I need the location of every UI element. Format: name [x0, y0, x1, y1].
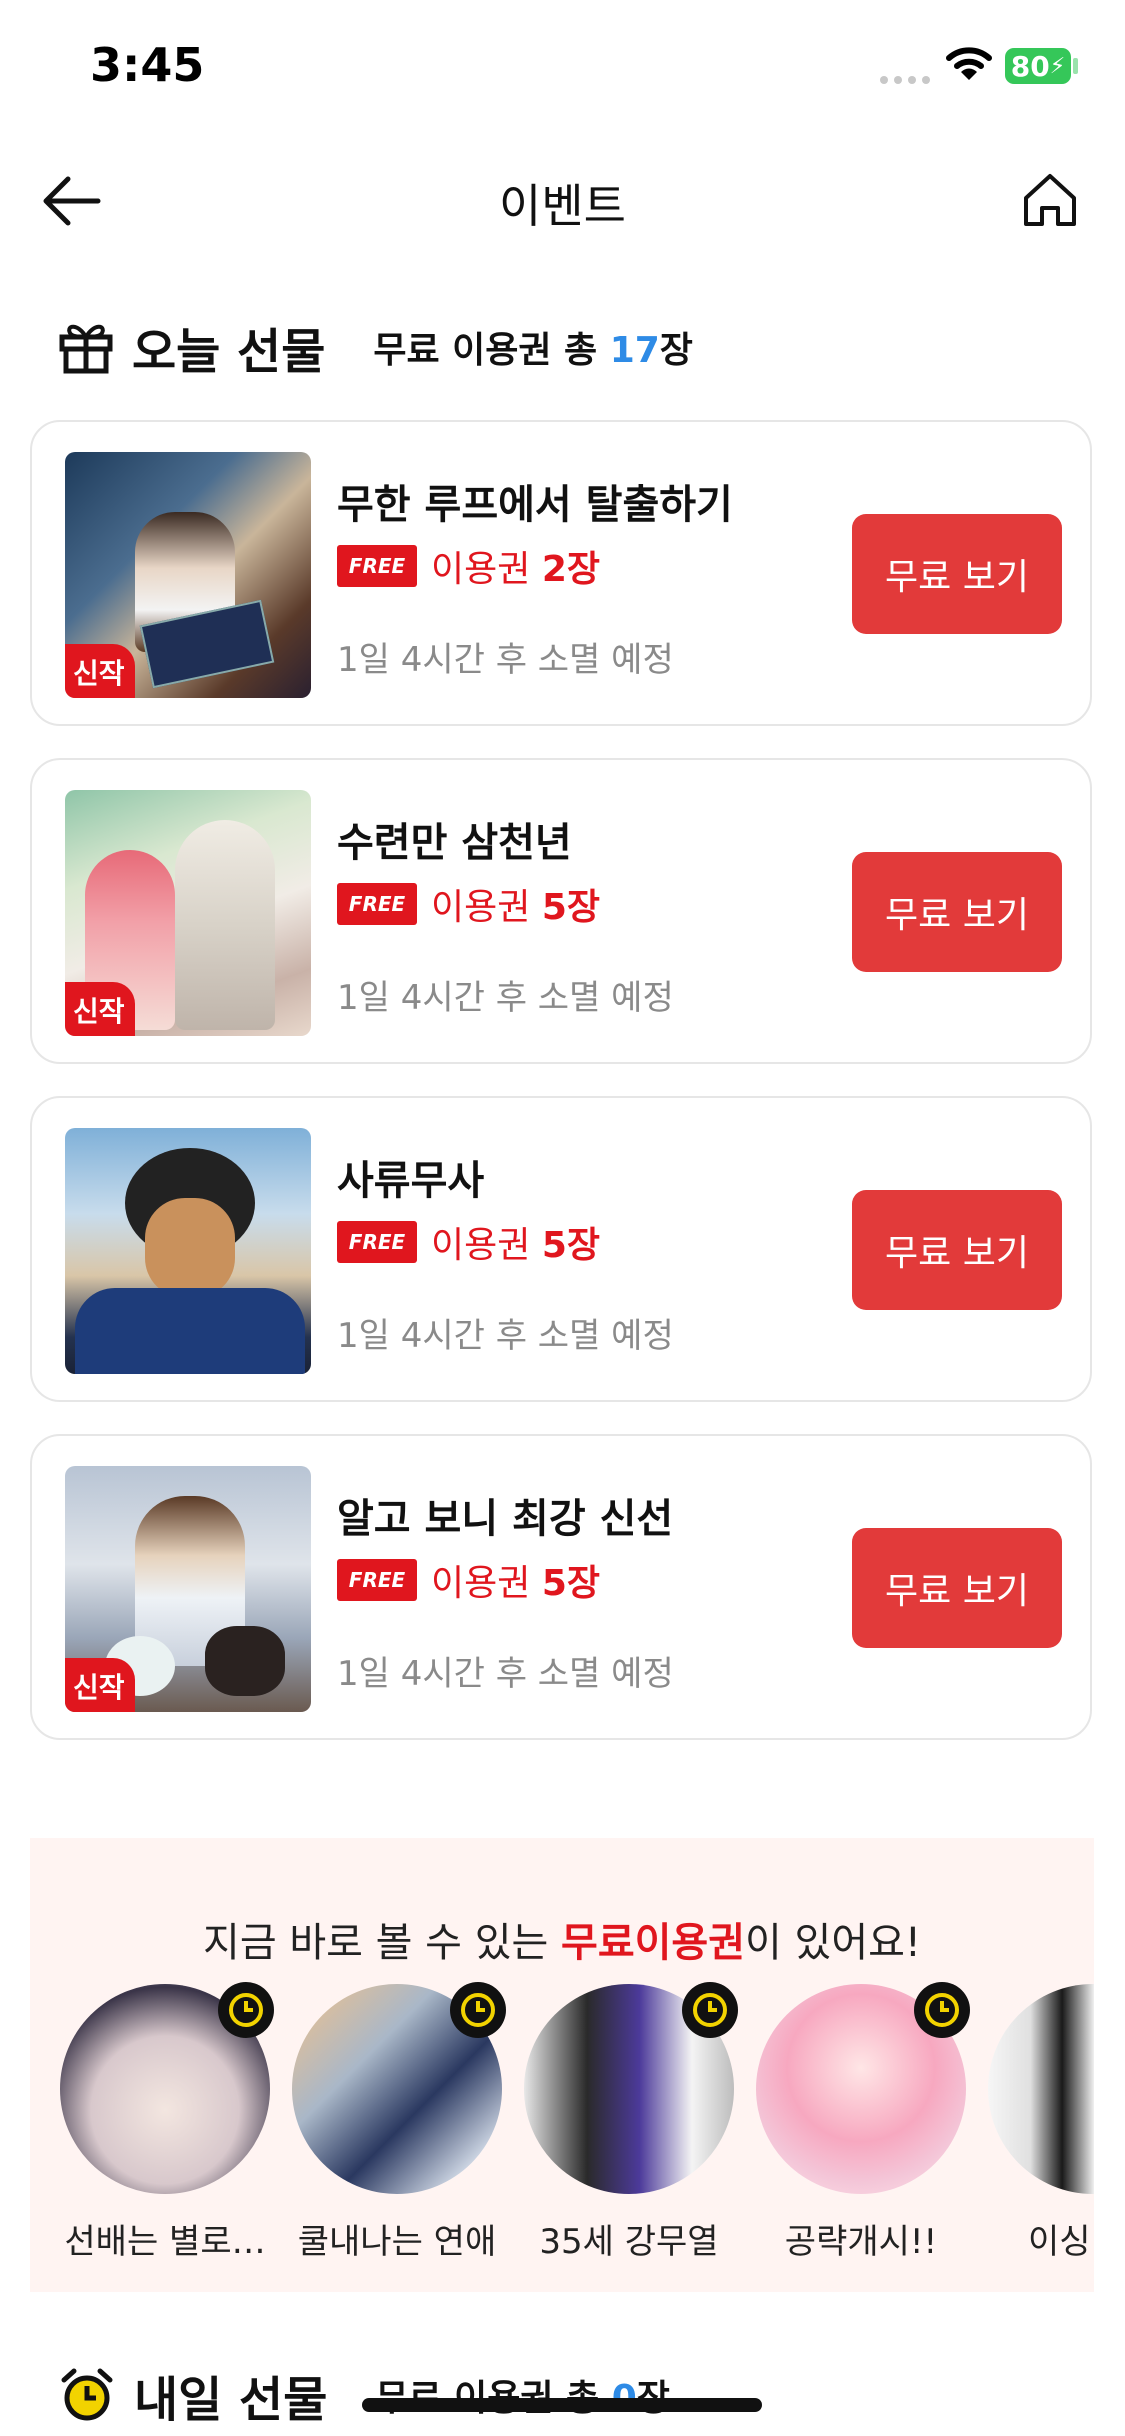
- ticket-total: 무료 이용권 총 17장: [373, 321, 693, 373]
- comic-title[interactable]: 알고 보니 최강 신선: [337, 1486, 673, 1544]
- ticket-count: 이용권 5장: [431, 1554, 600, 1606]
- home-button[interactable]: [1020, 170, 1080, 234]
- free-view-button[interactable]: 무료 보기: [852, 852, 1062, 972]
- ticket-prefix: 이용권: [431, 549, 542, 590]
- ticket-total-suffix: 장: [659, 330, 693, 371]
- clock-icon: [682, 1982, 738, 2038]
- free-tag: FREE: [337, 883, 417, 925]
- ticket-amount: 5장: [541, 887, 600, 928]
- character-art: [145, 1198, 235, 1298]
- battery-indicator: 80 ⚡: [1005, 48, 1071, 84]
- carousel-title-post: 이 있어요!: [745, 1920, 921, 1966]
- ticket-info: FREE 이용권 5장: [337, 1216, 600, 1268]
- tomorrow-gift-header: 내일 선물 무료 이용권 총 0장: [58, 2360, 670, 2430]
- free-view-button[interactable]: 무료 보기: [852, 1190, 1062, 1310]
- character-art: [175, 820, 275, 1030]
- comic-thumbnail[interactable]: 신작: [65, 790, 311, 1036]
- ticket-count: 이용권 5장: [431, 1216, 600, 1268]
- ticket-amount: 2장: [541, 549, 600, 590]
- expire-text: 1일 4시간 후 소멸 예정: [337, 1316, 674, 1356]
- character-scarf: [75, 1288, 305, 1374]
- ticket-prefix: 이용권: [431, 887, 542, 928]
- page-title: 이벤트: [499, 179, 626, 233]
- back-arrow-icon: [43, 176, 101, 226]
- carousel-item-label[interactable]: 35세 강무열: [514, 2214, 744, 2263]
- comic-title[interactable]: 사류무사: [337, 1148, 484, 1206]
- comic-thumbnail[interactable]: 신작: [65, 1466, 311, 1712]
- gift-card[interactable]: 신작 알고 보니 최강 신선 FREE 이용권 5장 1일 4시간 후 소멸 예…: [30, 1434, 1092, 1740]
- free-tag: FREE: [337, 1221, 417, 1263]
- ticket-count: 이용권 5장: [431, 878, 600, 930]
- carousel-item-label[interactable]: 이싱: [988, 2214, 1094, 2263]
- battery-level: 80: [1010, 49, 1050, 83]
- section-title: 내일 선물: [134, 2372, 328, 2428]
- free-tag: FREE: [337, 1559, 417, 1601]
- battery-cap: [1073, 58, 1078, 74]
- status-time: 3:45: [90, 38, 205, 92]
- gift-card[interactable]: 신작 무한 루프에서 탈출하기 FREE 이용권 2장 1일 4시간 후 소멸 …: [30, 420, 1092, 726]
- ticket-prefix: 이용권: [431, 1225, 542, 1266]
- new-badge: 신작: [65, 982, 135, 1036]
- expire-text: 1일 4시간 후 소멸 예정: [337, 640, 674, 680]
- free-tag: FREE: [337, 545, 417, 587]
- ticket-total: 무료 이용권 총 0장: [375, 2369, 670, 2421]
- ticket-amount: 5장: [541, 1225, 600, 1266]
- home-icon: [1024, 174, 1076, 226]
- comic-title[interactable]: 무한 루프에서 탈출하기: [337, 472, 733, 530]
- ticket-total-count: 17: [609, 330, 660, 371]
- ticket-total-prefix: 무료 이용권 총: [373, 330, 610, 371]
- alarm-clock-icon: [61, 2368, 113, 2421]
- ticket-info: FREE 이용권 5장: [337, 878, 600, 930]
- clock-icon: [450, 1982, 506, 2038]
- free-ticket-carousel: 지금 바로 볼 수 있는 무료이용권이 있어요! 선배는 별로… 쿨내나는 연애…: [30, 1838, 1094, 2292]
- comic-thumbnail[interactable]: 신작: [65, 452, 311, 698]
- carousel-item-label[interactable]: 선배는 별로…: [50, 2214, 280, 2263]
- ticket-info: FREE 이용권 2장: [337, 540, 600, 592]
- gift-card[interactable]: 사류무사 FREE 이용권 5장 1일 4시간 후 소멸 예정 무료 보기: [30, 1096, 1092, 1402]
- ticket-count: 이용권 2장: [431, 540, 600, 592]
- expire-text: 1일 4시간 후 소멸 예정: [337, 1654, 674, 1694]
- ticket-prefix: 이용권: [431, 1563, 542, 1604]
- gift-card[interactable]: 신작 수련만 삼천년 FREE 이용권 5장 1일 4시간 후 소멸 예정 무료…: [30, 758, 1092, 1064]
- comic-title[interactable]: 수련만 삼천년: [337, 810, 572, 868]
- creature-art: [205, 1626, 285, 1696]
- today-gift-header: 오늘 선물 무료 이용권 총 17장: [58, 312, 693, 382]
- ticket-info: FREE 이용권 5장: [337, 1554, 600, 1606]
- carousel-title-pre: 지금 바로 볼 수 있는: [203, 1920, 562, 1966]
- ticket-amount: 5장: [541, 1563, 600, 1604]
- carousel-title: 지금 바로 볼 수 있는 무료이용권이 있어요!: [30, 1910, 1094, 1968]
- wifi-icon: [946, 46, 992, 86]
- clock-icon: [218, 1982, 274, 2038]
- carousel-item-label[interactable]: 쿨내나는 연애: [282, 2214, 512, 2263]
- new-badge: 신작: [65, 644, 135, 698]
- expire-text: 1일 4시간 후 소멸 예정: [337, 978, 674, 1018]
- section-title: 오늘 선물: [132, 324, 326, 380]
- comic-thumbnail[interactable]: [65, 1128, 311, 1374]
- carousel-title-highlight: 무료이용권: [561, 1920, 746, 1966]
- home-indicator[interactable]: [362, 2398, 762, 2412]
- free-view-button[interactable]: 무료 보기: [852, 1528, 1062, 1648]
- carousel-item-label[interactable]: 공략개시!!: [746, 2214, 976, 2263]
- back-button[interactable]: [40, 175, 102, 231]
- free-view-button[interactable]: 무료 보기: [852, 514, 1062, 634]
- clock-icon: [914, 1982, 970, 2038]
- cellular-icon: [880, 76, 934, 84]
- new-badge: 신작: [65, 1658, 135, 1712]
- gift-icon: [59, 324, 113, 374]
- comic-cover-circle[interactable]: [988, 1984, 1094, 2194]
